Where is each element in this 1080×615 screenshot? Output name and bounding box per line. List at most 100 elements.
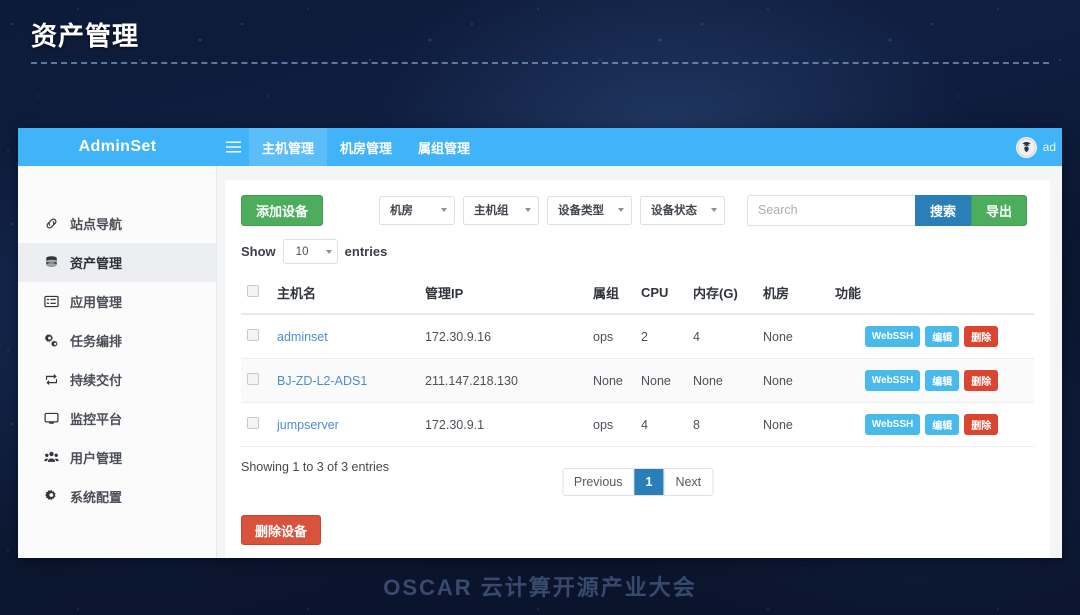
- database-icon: [44, 255, 59, 270]
- table-row[interactable]: BJ-ZD-L2-ADS1 211.147.218.130 None None …: [241, 358, 1034, 403]
- cell-ip: 172.30.9.1: [419, 402, 587, 447]
- row-actions: WebSSH 编辑 删除: [835, 326, 1028, 347]
- hosts-table: 主机名 管理IP 属组 CPU 内存(G) 机房 功能 adminset 172…: [241, 274, 1034, 447]
- edit-button[interactable]: 编辑: [925, 414, 960, 435]
- add-device-button[interactable]: 添加设备: [241, 194, 324, 226]
- hostname-link[interactable]: BJ-ZD-L2-ADS1: [277, 374, 367, 388]
- cell-group: ops: [587, 402, 635, 447]
- edit-button[interactable]: 编辑: [925, 326, 960, 347]
- export-button[interactable]: 导出: [971, 194, 1028, 226]
- pagination-next[interactable]: Next: [664, 469, 713, 495]
- cell-memory: 4: [687, 314, 757, 359]
- row-checkbox[interactable]: [247, 329, 259, 341]
- row-select-cell: [241, 358, 271, 403]
- link-icon: [44, 216, 59, 231]
- filter-label: 主机组: [474, 205, 509, 217]
- chevron-down-icon: [441, 208, 448, 212]
- edit-button[interactable]: 编辑: [925, 370, 960, 391]
- hostname-link[interactable]: jumpserver: [277, 418, 339, 432]
- entries-per-page-select[interactable]: 10: [282, 239, 338, 264]
- app-brand[interactable]: AdminSet: [18, 128, 217, 166]
- cell-ip: 172.30.9.16: [419, 314, 587, 359]
- gears-icon: [44, 333, 59, 348]
- search-input[interactable]: [747, 194, 916, 226]
- sidebar-item-label: 持续交付: [70, 373, 123, 388]
- sidebar-item-label: 任务编排: [70, 334, 123, 349]
- sidebar-item-monitoring-platform[interactable]: 监控平台: [18, 399, 216, 438]
- pagination-page-1[interactable]: 1: [634, 469, 665, 495]
- pagination-previous[interactable]: Previous: [562, 469, 635, 495]
- sidebar-item-label: 应用管理: [70, 295, 123, 310]
- sidebar-item-label: 系统配置: [70, 490, 123, 505]
- filter-datacenter[interactable]: 机房: [379, 195, 456, 225]
- table-row[interactable]: jumpserver 172.30.9.1 ops 4 8 None WebSS…: [241, 402, 1034, 447]
- cell-actions: WebSSH 编辑 删除: [829, 358, 1034, 403]
- tab-group-management[interactable]: 属组管理: [405, 128, 483, 166]
- col-group[interactable]: 属组: [587, 274, 635, 315]
- table-head: 主机名 管理IP 属组 CPU 内存(G) 机房 功能: [241, 274, 1034, 315]
- cell-memory: 8: [687, 402, 757, 447]
- cell-room: None: [757, 358, 829, 403]
- webssh-button[interactable]: WebSSH: [864, 370, 921, 391]
- cell-cpu: None: [635, 358, 687, 403]
- show-label: Show: [241, 244, 276, 259]
- col-ip[interactable]: 管理IP: [419, 274, 587, 315]
- content-panel: 添加设备 机房 主机组 设备类型 设备状态 Search 搜索 导出 Show …: [225, 180, 1050, 558]
- adminset-app-window: AdminSet 主机管理 机房管理 属组管理 ad 站点导航 资产管理 应用管…: [18, 128, 1062, 558]
- filter-label: 机房: [390, 205, 414, 217]
- select-all-checkbox[interactable]: [247, 285, 259, 297]
- delete-button[interactable]: 删除: [964, 414, 999, 435]
- row-checkbox[interactable]: [247, 417, 259, 429]
- slide-footer: OSCAR 云计算开源产业大会: [0, 557, 1080, 615]
- filter-device-status[interactable]: 设备状态: [640, 195, 726, 225]
- filter-host-group[interactable]: 主机组: [463, 195, 540, 225]
- col-memory[interactable]: 内存(G): [687, 274, 757, 315]
- tab-host-management[interactable]: 主机管理: [249, 128, 328, 166]
- sidebar-item-app-management[interactable]: 应用管理: [18, 282, 216, 321]
- row-actions: WebSSH 编辑 删除: [835, 414, 1028, 435]
- table-header-row: 主机名 管理IP 属组 CPU 内存(G) 机房 功能: [241, 274, 1034, 315]
- chevron-down-icon: [711, 208, 718, 212]
- row-checkbox[interactable]: [247, 373, 259, 385]
- webssh-button[interactable]: WebSSH: [864, 414, 921, 435]
- navbar-user-area[interactable]: ad: [1015, 128, 1062, 166]
- filter-device-type[interactable]: 设备类型: [547, 195, 633, 225]
- search-button[interactable]: 搜索: [915, 194, 972, 226]
- search-group: 搜索 导出: [747, 194, 1028, 226]
- table-row[interactable]: adminset 172.30.9.16 ops 2 4 None WebSSH…: [241, 314, 1034, 359]
- col-hostname[interactable]: 主机名: [271, 274, 419, 315]
- delete-devices-button[interactable]: 删除设备: [241, 515, 322, 545]
- nav-tabs: 主机管理 机房管理 属组管理: [249, 128, 483, 166]
- table-body: adminset 172.30.9.16 ops 2 4 None WebSSH…: [241, 314, 1034, 447]
- users-icon: [44, 450, 59, 465]
- col-cpu[interactable]: CPU: [635, 274, 687, 315]
- sidebar-item-system-config[interactable]: 系统配置: [18, 477, 216, 516]
- delete-button[interactable]: 删除: [964, 326, 999, 347]
- hostname-link[interactable]: adminset: [277, 330, 328, 344]
- cell-cpu: 4: [635, 402, 687, 447]
- delete-button[interactable]: 删除: [964, 370, 999, 391]
- sidebar-item-site-nav[interactable]: 站点导航: [18, 204, 216, 243]
- tab-datacenter-management[interactable]: 机房管理: [327, 128, 405, 166]
- pagination: Previous 1 Next: [561, 468, 714, 496]
- sidebar-item-continuous-delivery[interactable]: 持续交付: [18, 360, 216, 399]
- avatar[interactable]: [1015, 136, 1037, 158]
- sidebar-item-asset-management[interactable]: 资产管理: [18, 243, 216, 282]
- cell-actions: WebSSH 编辑 删除: [829, 402, 1034, 447]
- entries-label: entries: [344, 244, 388, 259]
- entries-value: 10: [295, 245, 309, 258]
- cell-hostname: jumpserver: [271, 402, 419, 447]
- cell-ip: 211.147.218.130: [419, 358, 587, 403]
- hamburger-icon[interactable]: [217, 128, 249, 166]
- chevron-down-icon: [618, 208, 625, 212]
- webssh-button[interactable]: WebSSH: [864, 326, 921, 347]
- sidebar-item-user-management[interactable]: 用户管理: [18, 438, 216, 477]
- col-select-all: [241, 274, 271, 315]
- sidebar-item-task-orchestration[interactable]: 任务编排: [18, 321, 216, 360]
- cell-group: None: [587, 358, 635, 403]
- conference-name: OSCAR 云计算开源产业大会: [383, 575, 697, 600]
- showing-entries-text: Showing 1 to 3 of 3 entries: [241, 460, 390, 474]
- cell-group: ops: [587, 314, 635, 359]
- col-room[interactable]: 机房: [757, 274, 829, 315]
- chevron-down-icon: [325, 249, 332, 254]
